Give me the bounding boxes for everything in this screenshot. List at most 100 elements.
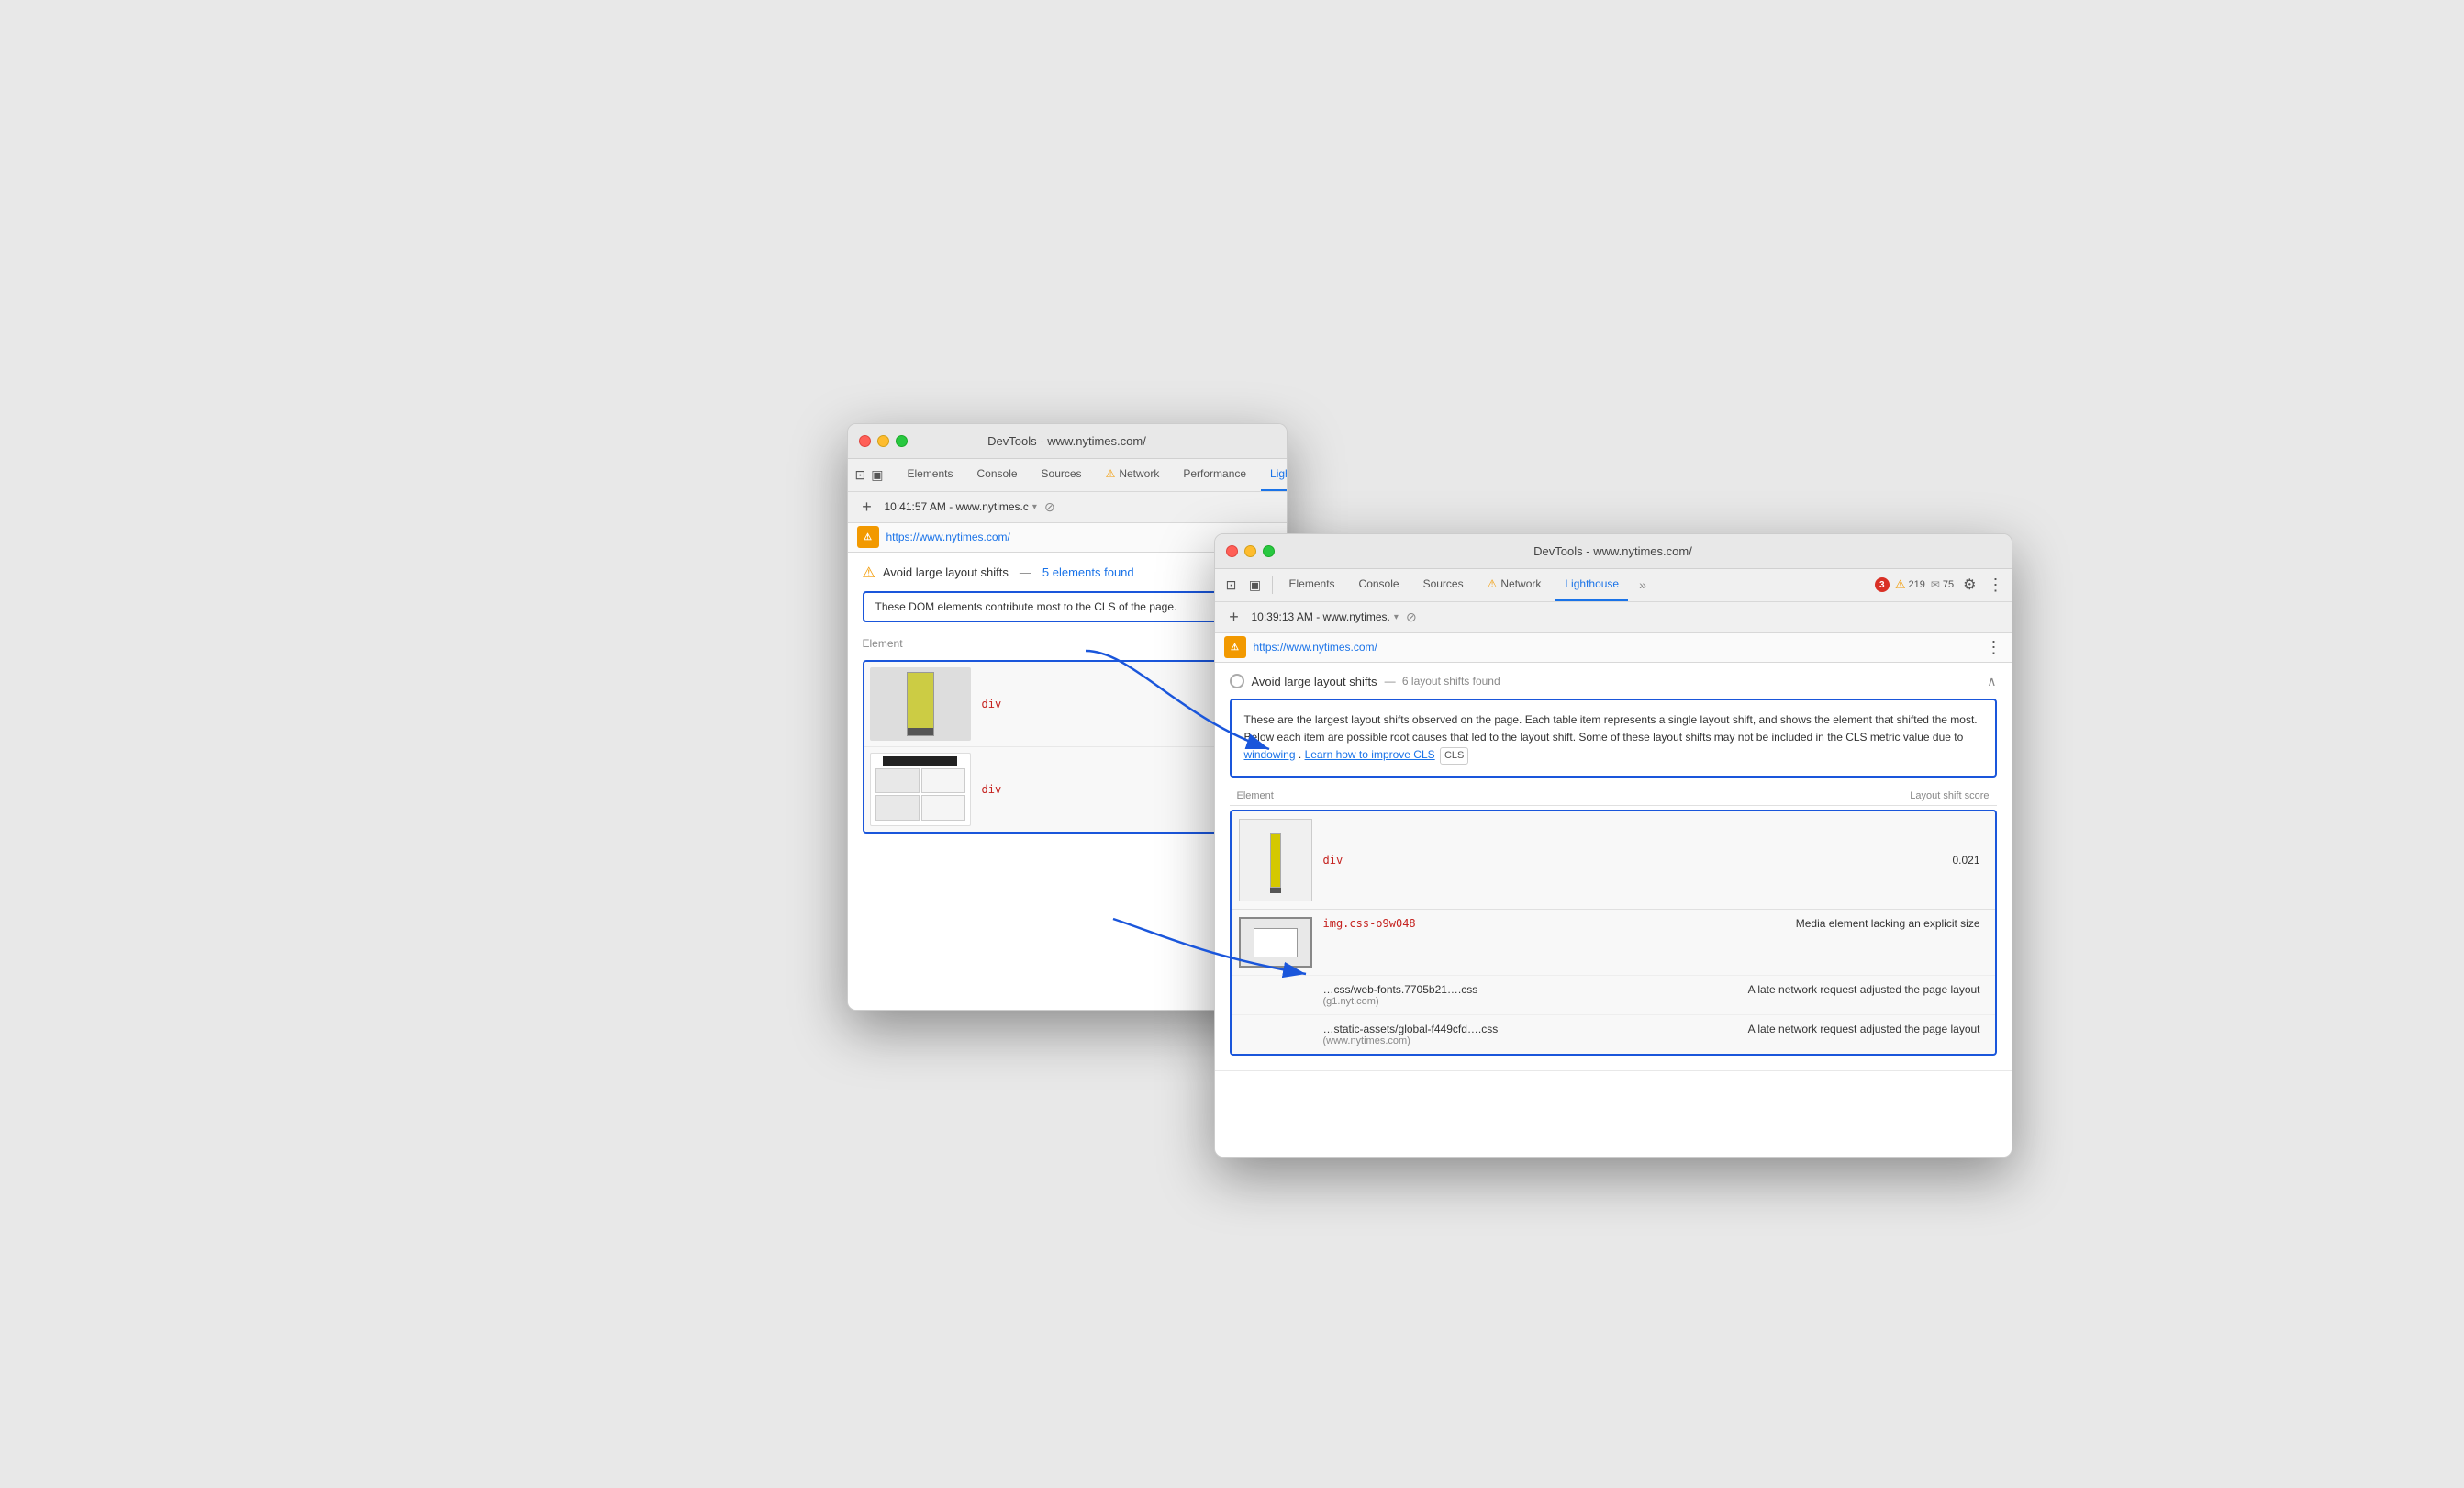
- traffic-lights-front: [1226, 545, 1275, 557]
- img-inner: [1254, 928, 1298, 957]
- tab-console-back[interactable]: Console: [968, 458, 1027, 491]
- tab-performance-back[interactable]: Performance: [1174, 458, 1255, 491]
- sub-element-row-1: img.css-o9w048 Media element lacking an …: [1232, 910, 1995, 976]
- audit-desc-p2: .: [1299, 748, 1305, 761]
- back-tag-2: div: [982, 783, 1002, 796]
- settings-front[interactable]: ⚙: [1959, 576, 1979, 594]
- audit-dash: — 6 layout shifts found: [1385, 675, 1500, 688]
- front-title-bar: DevTools - www.nytimes.com/: [1215, 534, 2012, 569]
- back-tag-1: div: [982, 698, 1002, 710]
- audit-circle-icon: [1230, 674, 1244, 688]
- inspect-icon-front[interactable]: ⊡: [1222, 576, 1241, 594]
- main-element-tag: div: [1323, 854, 1942, 867]
- back-element-row-2: div: [864, 747, 1270, 832]
- img-selector: img.css-o9w048: [1323, 917, 1785, 930]
- back-thumb-1: [870, 667, 971, 741]
- img-thumb: [1239, 917, 1312, 968]
- network-reason-1: A late network request adjusted the page…: [1748, 983, 1988, 996]
- front-window-title: DevTools - www.nytimes.com/: [1533, 544, 1692, 558]
- nyt-favicon-back: ⚠: [857, 526, 879, 548]
- back-found-count: 5 elements found: [1042, 565, 1134, 579]
- audit-header-row: Avoid large layout shifts — 6 layout shi…: [1230, 674, 1997, 689]
- main-element-content: div 0.021: [1232, 811, 1995, 910]
- tab-network-front[interactable]: ⚠Network: [1478, 568, 1551, 601]
- back-thumb-2: [870, 753, 971, 826]
- url-options-front[interactable]: ⋮: [1986, 638, 2002, 657]
- info-count-front: 75: [1943, 579, 1954, 590]
- device-icon-front[interactable]: ▣: [1246, 576, 1265, 594]
- main-element-score: 0.021: [1952, 854, 1987, 867]
- maximize-button-front[interactable]: [1263, 545, 1275, 557]
- warn-icon-front: ⚠: [1895, 577, 1906, 592]
- new-tab-front[interactable]: +: [1224, 607, 1244, 627]
- front-toolbar: ⊡ ▣ Elements Console Sources ⚠Network Li…: [1215, 569, 2012, 602]
- audit-desc-p1: These are the largest layout shifts obse…: [1244, 713, 1978, 744]
- audit-description-box: These are the largest layout shifts obse…: [1230, 699, 1997, 778]
- back-title-bar: DevTools - www.nytimes.com/: [848, 424, 1287, 459]
- main-element-row: div 0.021 img.: [1230, 806, 1997, 1060]
- tab-lighthouse-back[interactable]: Lighthouse: [1261, 458, 1287, 491]
- badge-group-front: 3 ⚠ 219 ✉ 75 ⚙ ⋮: [1875, 576, 2004, 595]
- tab-sources-front[interactable]: Sources: [1414, 568, 1473, 601]
- sub-element-details-1: img.css-o9w048: [1323, 917, 1785, 934]
- file-label-1: …css/web-fonts.7705b21….css: [1323, 983, 1737, 996]
- yellow-vertical-bar: [1270, 833, 1281, 888]
- back-toolbar: ⊡ ▣ Elements Console Sources ⚠Network Pe…: [848, 459, 1287, 492]
- scene: DevTools - www.nytimes.com/ ⊡ ▣ Elements…: [819, 423, 1645, 1066]
- dark-bottom-bar: [1270, 888, 1281, 893]
- table-header-row: Element Layout shift score: [1230, 787, 1997, 806]
- back-description-text: These DOM elements contribute most to th…: [875, 600, 1177, 613]
- back-element-col-header: Element: [863, 637, 903, 650]
- cls-link[interactable]: Learn how to improve CLS: [1305, 748, 1435, 761]
- file-label-2: …static-assets/global-f449cfd….css: [1323, 1023, 1737, 1035]
- inspect-icon[interactable]: ⊡: [855, 465, 866, 484]
- close-button-front[interactable]: [1226, 545, 1238, 557]
- audit-issue-section: Avoid large layout shifts — 6 layout shi…: [1215, 663, 2012, 1072]
- file-origin-2: (www.nytimes.com): [1323, 1035, 1737, 1046]
- network-file-1: …css/web-fonts.7705b21….css (g1.nyt.com): [1323, 983, 1737, 1007]
- cls-badge: CLS: [1440, 747, 1468, 766]
- device-icon[interactable]: ▣: [871, 465, 883, 484]
- info-icon-front: ✉: [1931, 578, 1940, 591]
- timestamp-arrow-back[interactable]: ▾: [1032, 502, 1037, 512]
- issue-warn-icon: ⚠: [863, 564, 875, 582]
- info-badge-front: ✉ 75: [1931, 578, 1954, 591]
- front-address-bar: + 10:39:13 AM - www.nytimes. ▾ ⊘: [1215, 602, 2012, 633]
- warn-count-front: 219: [1908, 579, 1924, 590]
- no-throttle-back[interactable]: ⊘: [1044, 499, 1055, 515]
- back-element-grid: div: [863, 660, 1272, 834]
- maximize-button-back[interactable]: [896, 435, 908, 447]
- more-tabs-front[interactable]: »: [1633, 577, 1652, 592]
- back-issue-header: ⚠ Avoid large layout shifts — 5 elements…: [863, 564, 1272, 582]
- front-content-area: Avoid large layout shifts — 6 layout shi…: [1215, 663, 2012, 1158]
- front-url-bar: ⚠ https://www.nytimes.com/ ⋮: [1215, 633, 2012, 663]
- img-reason: Media element lacking an explicit size: [1796, 917, 1988, 930]
- tab-console-front[interactable]: Console: [1350, 568, 1409, 601]
- warn-badge-front: ⚠ 219: [1895, 577, 1925, 592]
- minimize-button-front[interactable]: [1244, 545, 1256, 557]
- new-tab-back[interactable]: +: [857, 497, 877, 517]
- no-throttle-front[interactable]: ⊘: [1406, 610, 1417, 625]
- tab-elements-front[interactable]: Elements: [1280, 568, 1344, 601]
- tab-lighthouse-front[interactable]: Lighthouse: [1555, 568, 1628, 601]
- minimize-button-back[interactable]: [877, 435, 889, 447]
- nyt-favicon-front: ⚠: [1224, 636, 1246, 658]
- file-origin-1: (g1.nyt.com): [1323, 996, 1737, 1007]
- network-file-2: …static-assets/global-f449cfd….css (www.…: [1323, 1023, 1737, 1046]
- traffic-lights-back: [859, 435, 908, 447]
- more-options-front[interactable]: ⋮: [1986, 576, 2004, 595]
- tab-network-back[interactable]: ⚠Network: [1097, 458, 1169, 491]
- back-element-row-1: div: [864, 662, 1270, 747]
- element-col-header: Element: [1230, 787, 1502, 806]
- network-row-2: …static-assets/global-f449cfd….css (www.…: [1232, 1015, 1995, 1054]
- timestamp-arrow-front[interactable]: ▾: [1394, 612, 1399, 622]
- front-timestamp: 10:39:13 AM - www.nytimes. ▾: [1252, 610, 1399, 623]
- tab-elements-back[interactable]: Elements: [898, 458, 962, 491]
- windowing-link[interactable]: windowing: [1244, 748, 1296, 761]
- network-reason-2: A late network request adjusted the page…: [1748, 1023, 1988, 1035]
- main-element-block: div 0.021 img.: [1230, 810, 1997, 1056]
- collapse-button[interactable]: ∧: [1987, 674, 1996, 689]
- tab-sources-back[interactable]: Sources: [1032, 458, 1091, 491]
- separator-front-1: [1272, 576, 1273, 594]
- close-button-back[interactable]: [859, 435, 871, 447]
